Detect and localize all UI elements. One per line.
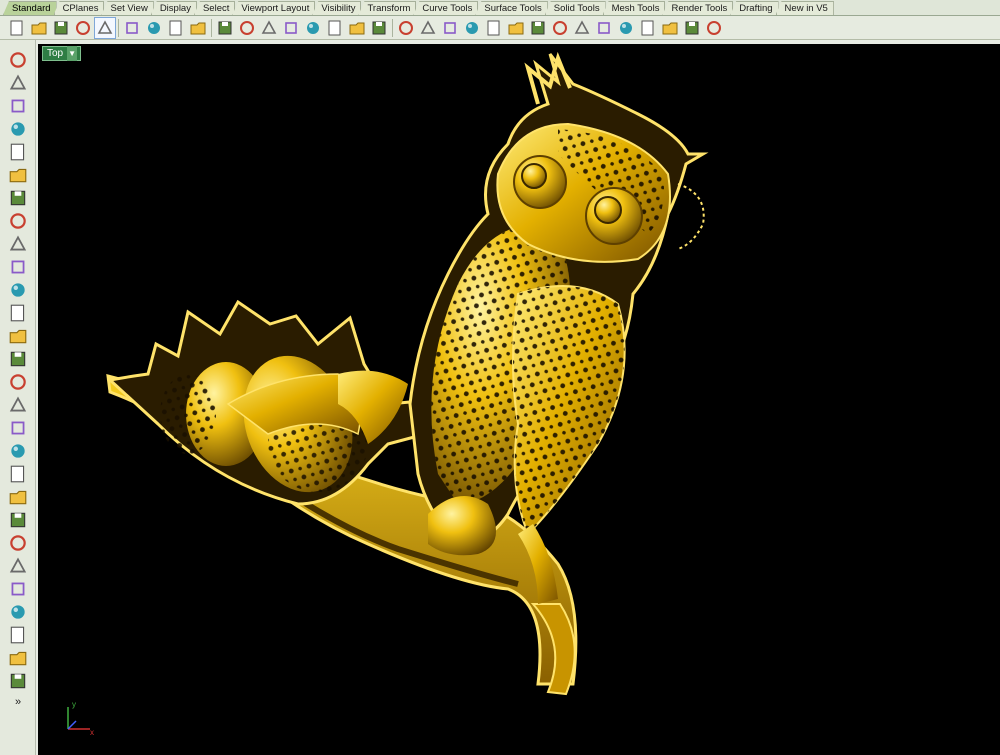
owl-3d-model[interactable] bbox=[38, 44, 1000, 755]
cylinder-icon[interactable] bbox=[4, 370, 32, 393]
tab-new-in-v5[interactable]: New in V5 bbox=[775, 1, 834, 15]
curve-tool-icon[interactable] bbox=[4, 531, 32, 554]
tab-select[interactable]: Select bbox=[193, 1, 236, 15]
four-viewports-icon[interactable] bbox=[368, 17, 390, 39]
pan-hand-icon[interactable] bbox=[214, 17, 236, 39]
world-axis-icon: x y bbox=[67, 700, 94, 737]
car-select-icon[interactable] bbox=[395, 17, 417, 39]
chain-icon[interactable] bbox=[4, 508, 32, 531]
color-wheel-icon[interactable] bbox=[549, 17, 571, 39]
flag-icon[interactable] bbox=[637, 17, 659, 39]
point-icon[interactable] bbox=[461, 17, 483, 39]
axis-x-label: x bbox=[90, 728, 94, 737]
owl-wing-dots bbox=[513, 286, 625, 534]
rendered-sphere-icon[interactable] bbox=[593, 17, 615, 39]
toolbar-tab-strip: Standard CPlanes Set View Display Select View… bbox=[0, 0, 1000, 16]
tab-viewport-layout[interactable]: Viewport Layout bbox=[232, 1, 316, 15]
tab-solid-tools[interactable]: Solid Tools bbox=[544, 1, 606, 15]
viewport-top[interactable]: Top ▼ x y bbox=[38, 44, 1000, 755]
zoom-icon[interactable] bbox=[258, 17, 280, 39]
shaded-sphere-icon[interactable] bbox=[571, 17, 593, 39]
sphere-icon[interactable] bbox=[4, 347, 32, 370]
tab-render-tools[interactable]: Render Tools bbox=[662, 1, 734, 15]
lightbulb-icon[interactable] bbox=[483, 17, 505, 39]
tab-visibility[interactable]: Visibility bbox=[312, 1, 362, 15]
hide-icon[interactable] bbox=[417, 17, 439, 39]
toolbar-separator bbox=[392, 18, 393, 37]
lock-icon[interactable] bbox=[505, 17, 527, 39]
viewport-menu-arrow-icon[interactable]: ▼ bbox=[67, 46, 78, 61]
boolean-icon[interactable] bbox=[4, 416, 32, 439]
arc-icon[interactable] bbox=[4, 232, 32, 255]
curve-points-icon[interactable] bbox=[4, 117, 32, 140]
zoom-extents-icon[interactable] bbox=[302, 17, 324, 39]
standard-toolbar bbox=[0, 16, 1000, 40]
owl-pupil-right bbox=[594, 196, 622, 224]
cut-icon[interactable] bbox=[121, 17, 143, 39]
paste-icon[interactable] bbox=[165, 17, 187, 39]
owl-head-rim bbox=[677, 183, 705, 250]
dimension-icon[interactable] bbox=[4, 600, 32, 623]
main-left-toolbar: » bbox=[0, 40, 36, 755]
layer-icon[interactable] bbox=[527, 17, 549, 39]
toolbar-separator bbox=[211, 18, 212, 37]
undo-icon[interactable] bbox=[187, 17, 209, 39]
open-folder-icon[interactable] bbox=[28, 17, 50, 39]
point-icon[interactable] bbox=[4, 71, 32, 94]
owl-pupil-left bbox=[521, 163, 547, 189]
tab-curve-tools[interactable]: Curve Tools bbox=[413, 1, 479, 15]
zoom-all-icon[interactable] bbox=[346, 17, 368, 39]
transform-icon[interactable] bbox=[4, 462, 32, 485]
surface-icon[interactable] bbox=[4, 278, 32, 301]
viewport-name: Top bbox=[47, 48, 64, 59]
render-sphere-icon[interactable] bbox=[615, 17, 637, 39]
lotus-petal-dots-1 bbox=[160, 374, 216, 454]
copy-icon[interactable] bbox=[143, 17, 165, 39]
curve-fillet-icon[interactable] bbox=[4, 255, 32, 278]
tab-standard[interactable]: Standard bbox=[3, 1, 57, 15]
polyline-icon[interactable] bbox=[4, 94, 32, 117]
viewport-title-tab[interactable]: Top ▼ bbox=[42, 46, 82, 61]
tab-mesh-tools[interactable]: Mesh Tools bbox=[602, 1, 666, 15]
explode-icon[interactable] bbox=[4, 439, 32, 462]
text-icon[interactable] bbox=[4, 577, 32, 600]
help-icon[interactable] bbox=[703, 17, 725, 39]
plane-icon[interactable] bbox=[4, 393, 32, 416]
ellipse-icon[interactable] bbox=[4, 163, 32, 186]
tab-drafting[interactable]: Drafting bbox=[730, 1, 779, 15]
select-arrow-icon[interactable] bbox=[4, 48, 32, 71]
circle-icon[interactable] bbox=[4, 140, 32, 163]
gear-options-icon[interactable] bbox=[659, 17, 681, 39]
rectangle-icon[interactable] bbox=[4, 209, 32, 232]
offset-icon[interactable] bbox=[4, 554, 32, 577]
rotate-view-icon[interactable] bbox=[236, 17, 258, 39]
zoom-selected-icon[interactable] bbox=[324, 17, 346, 39]
tab-transform[interactable]: Transform bbox=[358, 1, 417, 15]
more-tools-chevron[interactable]: » bbox=[4, 696, 32, 708]
copy-object-icon[interactable] bbox=[4, 646, 32, 669]
array-icon[interactable] bbox=[4, 485, 32, 508]
tab-cplanes[interactable]: CPlanes bbox=[53, 1, 105, 15]
rhino-window: Standard CPlanes Set View Display Select View… bbox=[0, 0, 1000, 755]
tab-set-view[interactable]: Set View bbox=[101, 1, 154, 15]
zoom-window-icon[interactable] bbox=[280, 17, 302, 39]
tab-display[interactable]: Display bbox=[150, 1, 197, 15]
save-icon[interactable] bbox=[50, 17, 72, 39]
box-icon[interactable] bbox=[4, 324, 32, 347]
extrude-icon[interactable] bbox=[4, 301, 32, 324]
polygon-icon[interactable] bbox=[4, 186, 32, 209]
group-icon[interactable] bbox=[4, 623, 32, 646]
axis-y-label: y bbox=[72, 700, 76, 709]
show-hide-icon[interactable] bbox=[439, 17, 461, 39]
new-file-icon[interactable] bbox=[6, 17, 28, 39]
solid-box-icon[interactable] bbox=[4, 669, 32, 692]
tab-surface-tools[interactable]: Surface Tools bbox=[475, 1, 548, 15]
print-icon[interactable] bbox=[72, 17, 94, 39]
toolbar-separator bbox=[118, 18, 119, 37]
blank-panel-icon[interactable] bbox=[94, 16, 116, 39]
ortho-icon[interactable] bbox=[681, 17, 703, 39]
